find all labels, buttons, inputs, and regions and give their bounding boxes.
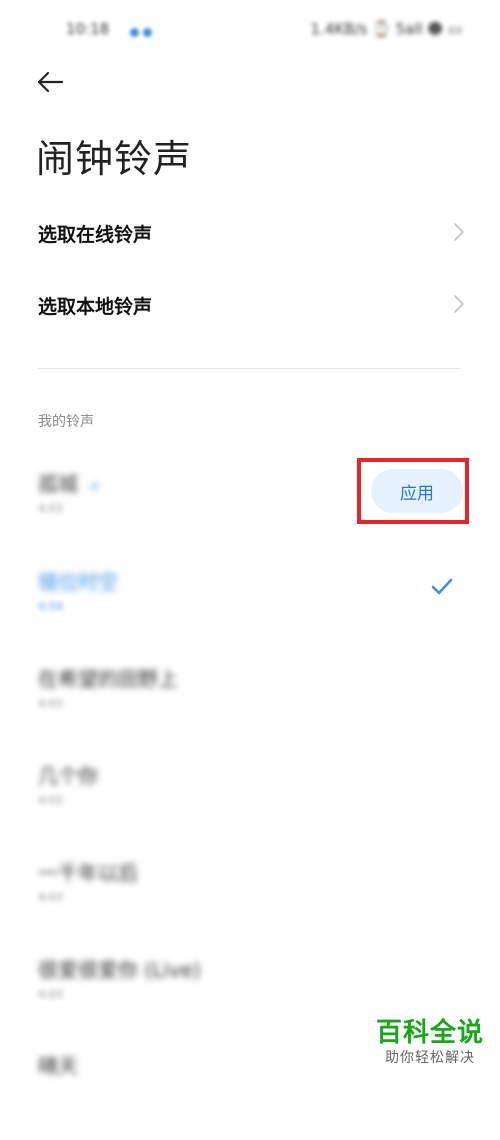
- ringtone-name: 一千年以后: [38, 861, 138, 885]
- watermark-subtitle: 助你轻松解决: [384, 1050, 475, 1066]
- status-indicators: 1.4KB/s ⌚ 5all ☻ ▭: [310, 20, 462, 38]
- ringtone-name: 晴天: [38, 1054, 78, 1078]
- section-title-my-ringtones: 我的铃声: [38, 414, 94, 430]
- ringtone-name: 孤城 ⊿: [38, 472, 99, 496]
- status-bar: 10:18 1.4KB/s ⌚ 5all ☻ ▭: [0, 0, 500, 60]
- notification-icon: [130, 28, 139, 37]
- ringtone-duration: 4:03: [38, 502, 63, 515]
- notification-icon: [143, 28, 152, 37]
- ringtone-duration: 4:03: [38, 988, 63, 1001]
- status-time: 10:18: [66, 20, 110, 38]
- ringtone-name: 错位时空: [38, 570, 118, 594]
- divider: [38, 368, 460, 369]
- arrow-left-icon: [37, 71, 64, 93]
- ringtone-name: 很爱很爱你 (Live): [38, 958, 201, 982]
- ringtone-item-selected[interactable]: 错位时空 4:54: [0, 566, 500, 656]
- watermark: 百科全说 助你轻松解决: [376, 1018, 484, 1068]
- apply-button[interactable]: 应用: [371, 469, 463, 513]
- chevron-right-icon: [454, 223, 464, 241]
- select-local-ringtone[interactable]: 选取本地铃声: [0, 274, 500, 334]
- back-button[interactable]: [30, 62, 70, 102]
- ringtone-item[interactable]: 在希望的田野上 4:03: [0, 663, 500, 753]
- watermark-title: 百科全说: [375, 1018, 484, 1048]
- select-online-ringtone[interactable]: 选取在线铃声: [0, 202, 500, 262]
- select-online-ringtone-label: 选取在线铃声: [38, 224, 153, 246]
- ringtone-item[interactable]: 一千年以后 4:03: [0, 857, 500, 947]
- ringtone-duration: 4:03: [38, 794, 63, 807]
- chevron-right-icon: [454, 295, 464, 313]
- notification-icons: [130, 22, 170, 37]
- ringtone-name: 几个你: [38, 764, 98, 788]
- ringtone-duration: 4:03: [38, 891, 63, 904]
- select-local-ringtone-label: 选取本地铃声: [38, 296, 153, 318]
- ringtone-item[interactable]: 几个你 4:03: [0, 760, 500, 850]
- ringtone-name: 在希望的田野上: [38, 667, 178, 691]
- ringtone-duration: 4:54: [38, 600, 63, 613]
- page-title: 闹钟铃声: [36, 137, 193, 181]
- playing-icon: ⊿: [88, 478, 99, 493]
- ringtone-duration: 4:03: [38, 697, 63, 710]
- checkmark-icon: [431, 578, 453, 595]
